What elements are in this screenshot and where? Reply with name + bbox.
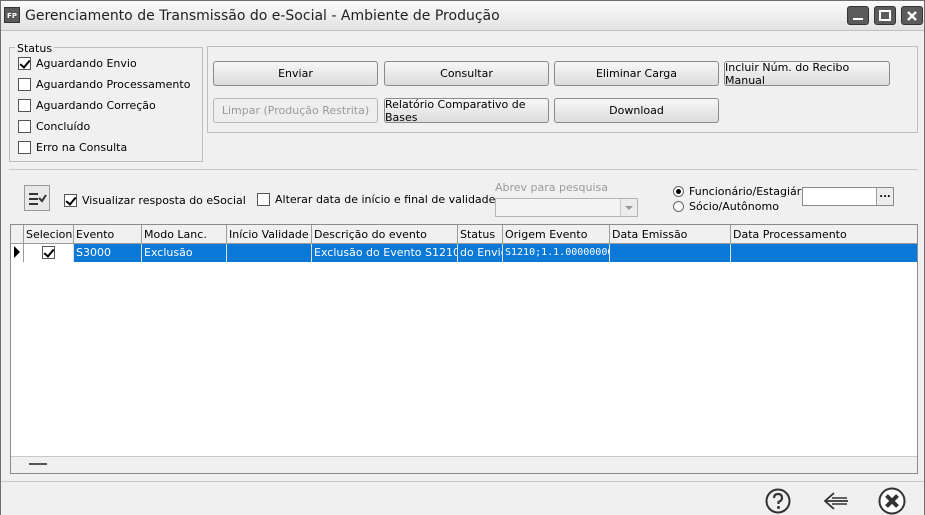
visualizar-resposta-option[interactable]: Visualizar resposta do eSocial: [64, 192, 246, 208]
row-select-checkbox[interactable]: [42, 246, 55, 259]
cell-origem[interactable]: S1210;1.1.000000002: [503, 244, 610, 262]
incluir-recibo-button[interactable]: Incluir Núm. do Recibo Manual: [724, 61, 890, 87]
header-origem[interactable]: Origem Evento: [503, 225, 610, 243]
download-button[interactable]: Download: [554, 98, 719, 123]
abrev-select[interactable]: [495, 198, 638, 217]
status-aguardando-processamento[interactable]: Aguardando Processamento: [18, 76, 190, 92]
header-evento[interactable]: Evento: [74, 225, 142, 243]
header-descricao[interactable]: Descrição do evento: [312, 225, 458, 243]
maximize-icon: [879, 10, 891, 21]
grid-options-button[interactable]: [24, 185, 50, 211]
maximize-button[interactable]: [874, 6, 896, 25]
app-icon: FP: [4, 7, 20, 23]
help-button[interactable]: [764, 487, 792, 515]
header-data-processamento[interactable]: Data Processamento: [731, 225, 917, 243]
status-group: Status Aguardando Envio Aguardando Proce…: [9, 42, 203, 162]
table-row[interactable]: S3000 Exclusão Exclusão do Evento S1210 …: [11, 244, 917, 262]
status-checkbox-3[interactable]: [18, 119, 31, 133]
current-row-arrow-icon: [14, 246, 20, 258]
radio-funcionario-option[interactable]: Funcionário/Estagiário: [673, 185, 811, 198]
header-data-emissao[interactable]: Data Emissão: [610, 225, 731, 243]
status-concluido[interactable]: Concluído: [18, 118, 90, 134]
minimize-button[interactable]: [847, 6, 869, 25]
window-title: Gerenciamento de Transmissão do e-Social…: [25, 8, 500, 24]
cell-data-processamento[interactable]: [731, 244, 917, 262]
status-aguardando-envio[interactable]: Aguardando Envio: [18, 55, 137, 71]
chevron-down-icon: [625, 206, 633, 210]
header-status[interactable]: Status: [458, 225, 503, 243]
abrev-dropdown-button[interactable]: [620, 199, 637, 216]
title-bar[interactable]: FP Gerenciamento de Transmissão do e-Soc…: [1, 1, 924, 31]
cell-status[interactable]: do Envio: [458, 244, 503, 262]
back-arrow-icon: [823, 492, 848, 510]
header-seleciona[interactable]: Seleciona: [24, 225, 74, 243]
alterar-data-label: Alterar data de início e final de valida…: [275, 192, 499, 206]
status-checkbox-0[interactable]: [18, 56, 31, 70]
close-icon: [907, 11, 917, 21]
row-indicator: [11, 244, 24, 262]
status-label-3: Concluído: [36, 119, 91, 133]
checklist-icon: [29, 193, 47, 205]
abrev-label: Abrev para pesquisa: [495, 181, 609, 194]
events-grid: Seleciona Evento Modo Lanc. Início Valid…: [10, 224, 918, 474]
cell-data-emissao[interactable]: [610, 244, 731, 262]
radio-funcionario-label: Funcionário/Estagiário: [689, 185, 812, 198]
status-checkbox-2[interactable]: [18, 98, 31, 112]
visualizar-resposta-checkbox[interactable]: [64, 193, 77, 207]
consultar-button[interactable]: Consultar: [384, 61, 549, 86]
lookup-field[interactable]: ...: [802, 187, 894, 206]
eliminar-carga-button[interactable]: Eliminar Carga: [554, 61, 719, 86]
radio-socio[interactable]: [673, 201, 684, 212]
alterar-data-option[interactable]: Alterar data de início e final de valida…: [257, 191, 499, 207]
minimize-icon: [853, 18, 863, 20]
cell-evento[interactable]: S3000: [74, 244, 142, 262]
status-label-1: Aguardando Processamento: [36, 77, 191, 91]
close-window-button[interactable]: [901, 6, 923, 25]
close-circle-icon: [878, 487, 906, 515]
bottom-toolbar: [1, 481, 924, 515]
radio-funcionario[interactable]: [673, 186, 684, 197]
header-modo-lanc[interactable]: Modo Lanc.: [142, 225, 227, 243]
enviar-button[interactable]: Enviar: [213, 61, 378, 86]
footer-dash: [29, 463, 47, 465]
grid-header: Seleciona Evento Modo Lanc. Início Valid…: [11, 225, 917, 244]
status-label-0: Aguardando Envio: [36, 56, 137, 70]
close-button[interactable]: [877, 486, 907, 515]
cell-inicio-validade[interactable]: [227, 244, 312, 262]
status-label-2: Aguardando Correção: [36, 98, 156, 112]
header-inicio-validade[interactable]: Início Validade: [227, 225, 312, 243]
status-aguardando-correcao[interactable]: Aguardando Correção: [18, 97, 156, 113]
radio-socio-option[interactable]: Sócio/Autônomo: [673, 200, 779, 213]
status-erro-consulta[interactable]: Erro na Consulta: [18, 139, 127, 155]
help-icon: [765, 488, 791, 514]
limpar-button[interactable]: Limpar (Produção Restrita): [213, 98, 378, 123]
status-legend: Status: [15, 42, 55, 55]
lookup-button[interactable]: ...: [876, 188, 893, 205]
header-indicator: [11, 225, 24, 243]
alterar-data-checkbox[interactable]: [257, 192, 270, 206]
main-window: FP Gerenciamento de Transmissão do e-Soc…: [0, 0, 925, 515]
relatorio-button[interactable]: Relatório Comparativo de Bases: [384, 98, 549, 124]
back-button[interactable]: [821, 487, 851, 515]
cell-descricao[interactable]: Exclusão do Evento S1210 -: [312, 244, 458, 262]
status-checkbox-4[interactable]: [18, 140, 31, 154]
cell-modo-lanc[interactable]: Exclusão: [142, 244, 227, 262]
row-select-cell[interactable]: [24, 244, 74, 262]
status-label-4: Erro na Consulta: [36, 140, 128, 154]
visualizar-resposta-label: Visualizar resposta do eSocial: [82, 193, 246, 207]
grid-footer: [11, 456, 917, 473]
radio-socio-label: Sócio/Autônomo: [689, 200, 779, 213]
status-checkbox-1[interactable]: [18, 77, 31, 91]
